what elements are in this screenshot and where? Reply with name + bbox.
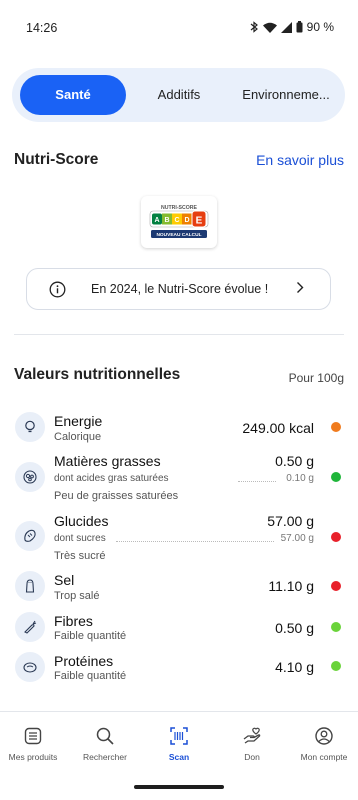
learn-more-link[interactable]: En savoir plus — [256, 152, 344, 168]
tab-bar: Santé Additifs Environneme... — [12, 68, 345, 122]
nav-label: Mon compte — [300, 752, 348, 762]
ns-logo-heading: NUTRI-SCORE — [161, 205, 198, 211]
info-icon — [49, 281, 66, 303]
nutrient-sub-value: 0.10 g — [286, 473, 314, 484]
search-icon — [69, 726, 141, 746]
nutrient-sub-label: dont acides gras saturées — [54, 473, 169, 484]
dotted-leader — [238, 481, 276, 482]
status-time: 14:26 — [26, 21, 58, 35]
nutrient-name: Sel — [54, 572, 75, 588]
nutrient-desc: Faible quantité — [54, 630, 127, 642]
nav-label: Don — [244, 752, 260, 762]
barcode-scan-icon — [143, 726, 215, 746]
nav-mes-produits[interactable]: Mes produits — [0, 726, 69, 762]
nav-mon-compte[interactable]: Mon compte — [288, 726, 358, 762]
chevron-right-icon — [296, 281, 304, 297]
nav-don[interactable]: Don — [216, 726, 288, 762]
nutrient-name: Protéines — [54, 653, 114, 669]
nutrient-desc: Faible quantité — [54, 670, 127, 682]
salt-shaker-icon — [15, 571, 45, 601]
nutriscore-logo[interactable]: NUTRI-SCORE A B C D E NOUVEAU CALCUL — [141, 196, 217, 248]
info-card-text: En 2024, le Nutri-Score évolue ! — [91, 282, 269, 296]
level-dot-orange — [331, 422, 341, 432]
tab-environnement[interactable]: Environneme... — [234, 75, 338, 115]
level-dot-red — [331, 532, 341, 542]
account-icon — [288, 726, 358, 746]
section-divider — [14, 334, 344, 335]
nutrient-value: 57.00 g — [267, 513, 314, 529]
level-dot-red — [331, 581, 341, 591]
ns-grade-e: E — [196, 216, 203, 227]
nav-rechercher[interactable]: Rechercher — [69, 726, 141, 762]
bread-icon — [15, 521, 45, 551]
nutrient-value: 249.00 kcal — [242, 420, 314, 436]
steak-icon — [15, 652, 45, 682]
home-indicator[interactable] — [134, 785, 224, 789]
status-icons: 90 % — [249, 20, 334, 34]
list-icon — [0, 726, 69, 746]
nutrient-name: Energie — [54, 413, 103, 429]
nutrition-title: Valeurs nutritionnelles — [14, 366, 181, 383]
nutrient-sub-value: 57.00 g — [280, 533, 314, 544]
level-dot-light-green — [331, 622, 341, 632]
nav-scan[interactable]: Scan — [143, 726, 215, 762]
nutrient-name: Glucides — [54, 513, 109, 529]
ns-grade-a: A — [154, 217, 159, 224]
nutrient-value: 0.50 g — [275, 453, 314, 469]
battery-icon — [296, 21, 303, 33]
carrot-icon — [15, 612, 45, 642]
nutrient-desc: Calorique — [54, 431, 102, 443]
level-dot-light-green — [331, 661, 341, 671]
per-100g-label: Pour 100g — [288, 371, 344, 385]
tab-additifs[interactable]: Additifs — [136, 75, 222, 115]
nav-label: Mes produits — [8, 752, 58, 762]
battery-percent: 90 % — [306, 20, 334, 34]
nutrient-name: Matières grasses — [54, 453, 161, 469]
bluetooth-icon — [249, 21, 259, 33]
lightbulb-icon — [15, 412, 45, 442]
ns-grade-c: C — [174, 217, 179, 224]
ns-logo-caption: NOUVEAU CALCUL — [156, 232, 201, 238]
nutrient-desc: Peu de graisses saturées — [54, 490, 179, 502]
status-bar: 14:26 90 % — [0, 0, 358, 56]
dotted-leader — [116, 541, 274, 542]
nutrient-desc: Très sucré — [54, 550, 106, 562]
nutrient-value: 4.10 g — [275, 659, 314, 675]
signal-icon — [280, 21, 292, 33]
ns-grade-d: D — [184, 217, 189, 224]
nutriscore-title: Nutri-Score — [14, 151, 99, 168]
nav-label: Scan — [168, 752, 190, 762]
tab-sante[interactable]: Santé — [20, 75, 126, 115]
nutrient-value: 0.50 g — [275, 620, 314, 636]
nutrient-sub-label: dont sucres — [54, 533, 106, 544]
ns-grade-b: B — [164, 217, 169, 224]
wifi-icon — [262, 22, 277, 33]
level-dot-green — [331, 472, 341, 482]
nutriscore-info-card[interactable]: En 2024, le Nutri-Score évolue ! — [26, 268, 331, 310]
nutrient-value: 11.10 g — [268, 578, 314, 594]
nutrient-desc: Trop salé — [54, 590, 100, 602]
fat-cells-icon — [15, 462, 45, 492]
nav-label: Rechercher — [83, 752, 127, 762]
nutrient-name: Fibres — [54, 613, 93, 629]
donate-hand-icon — [216, 726, 288, 746]
